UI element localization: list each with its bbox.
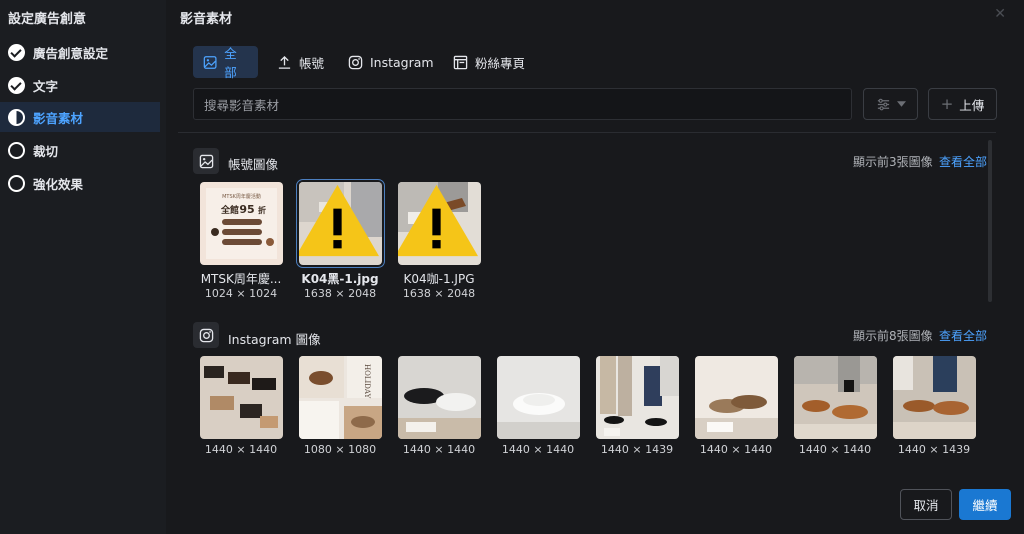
- step-label: 強化效果: [33, 176, 84, 192]
- promo-headline-c: 折: [258, 205, 266, 215]
- section-title-account: 帳號圖像: [228, 157, 279, 172]
- sidebar-title: 設定廣告創意: [8, 12, 87, 27]
- filter-button[interactable]: [863, 88, 918, 120]
- dialog-title: 影音素材: [180, 12, 233, 27]
- empty-circle-icon: [8, 141, 25, 159]
- tab-label: 粉絲專頁: [475, 55, 526, 71]
- check-circle-icon: [8, 76, 25, 94]
- holiday-text: HOLIDAY: [363, 364, 371, 399]
- plus-icon: +: [940, 95, 954, 113]
- media-dialog: 影音素材 ✕ 全部 帳號 Instagram 粉絲專頁 搜尋影音素材 + 上傳 …: [166, 0, 1024, 534]
- sidebar: 設定廣告創意 廣告創意設定 文字 影音素材 裁切 強化效果: [0, 0, 166, 534]
- tab-all[interactable]: 全部: [193, 46, 258, 80]
- cancel-button[interactable]: 取消: [900, 489, 952, 520]
- account-count: 顯示前3張圖像: [853, 155, 933, 169]
- instagram-thumb[interactable]: [398, 356, 481, 439]
- upload-button[interactable]: + 上傳: [928, 88, 997, 120]
- thumb-dims: 1440 × 1440: [402, 443, 476, 456]
- thumb-dims: 1024 × 1024: [204, 287, 278, 300]
- check-circle-icon: [8, 43, 25, 61]
- thumb-dims: 1440 × 1439: [600, 443, 674, 456]
- thumb-dims: 1638 × 2048: [303, 287, 377, 300]
- thumb-dims: 1440 × 1440: [501, 443, 575, 456]
- instagram-thumb[interactable]: [893, 356, 976, 439]
- instagram-thumb[interactable]: HOLIDAY: [299, 356, 382, 439]
- thumb-name: K04黑-1.jpg: [301, 272, 379, 286]
- image-icon: [203, 55, 217, 69]
- step-label: 文字: [33, 78, 59, 94]
- thumb-name: MTSK周年慶...: [200, 272, 282, 286]
- tab-label: 全部: [224, 46, 237, 80]
- upload-icon: [278, 55, 291, 69]
- instagram-thumb[interactable]: [695, 356, 778, 439]
- warning-icon: [398, 184, 478, 257]
- instagram-thumb[interactable]: [200, 356, 283, 439]
- thumb-name: K04咖-1.JPG: [403, 272, 475, 286]
- step-label: 廣告創意設定: [33, 45, 109, 61]
- step-creative-setup[interactable]: 廣告創意設定: [0, 37, 160, 67]
- search-input[interactable]: 搜尋影音素材: [193, 88, 852, 120]
- step-media[interactable]: 影音素材: [0, 102, 160, 132]
- search-placeholder: 搜尋影音素材: [204, 97, 280, 113]
- account-thumb-promo[interactable]: MTSK周年慶活動 全館 95 折: [200, 182, 283, 265]
- tab-fanpage[interactable]: 粉絲專頁: [443, 46, 535, 78]
- instagram-thumb[interactable]: [497, 356, 580, 439]
- instagram-thumb[interactable]: [596, 356, 679, 439]
- account-thumb-k04-black[interactable]: [296, 179, 385, 268]
- step-crop[interactable]: 裁切: [0, 135, 160, 165]
- thumb-dims: 1440 × 1440: [204, 443, 278, 456]
- view-all-account-link[interactable]: 查看全部: [939, 153, 987, 170]
- instagram-icon: [348, 55, 363, 69]
- divider: [178, 132, 996, 133]
- half-circle-icon: [8, 108, 25, 126]
- tab-account[interactable]: 帳號: [267, 46, 334, 78]
- page-icon: [453, 55, 468, 69]
- upload-label: 上傳: [959, 97, 985, 113]
- instagram-icon: [199, 328, 213, 342]
- step-label: 影音素材: [33, 110, 84, 126]
- step-enhance[interactable]: 強化效果: [0, 168, 160, 198]
- empty-circle-icon: [8, 174, 25, 192]
- thumb-dims: 1440 × 1440: [798, 443, 872, 456]
- continue-button[interactable]: 繼續: [959, 489, 1011, 520]
- instagram-images-icon: [193, 322, 219, 348]
- promo-headline-b: 95: [239, 203, 254, 216]
- section-title-instagram: Instagram 圖像: [228, 332, 321, 347]
- thumb-dims: 1638 × 2048: [402, 287, 476, 300]
- close-icon[interactable]: ✕: [994, 6, 1006, 22]
- account-images-icon: [193, 148, 219, 174]
- promo-headline-a: 全館: [220, 204, 239, 216]
- tab-instagram[interactable]: Instagram: [338, 46, 444, 78]
- thumb-dims: 1440 × 1440: [699, 443, 773, 456]
- instagram-thumb[interactable]: [794, 356, 877, 439]
- view-all-instagram-link[interactable]: 查看全部: [939, 327, 987, 344]
- warning-icon: [299, 184, 379, 257]
- image-icon: [199, 154, 213, 168]
- thumb-dims: 1080 × 1080: [303, 443, 377, 456]
- scrollbar[interactable]: [988, 140, 992, 302]
- step-label: 裁切: [33, 143, 59, 159]
- thumb-dims: 1440 × 1439: [897, 443, 971, 456]
- step-text[interactable]: 文字: [0, 70, 160, 100]
- sliders-icon: [877, 98, 889, 110]
- promo-brand: MTSK周年慶活動: [222, 193, 261, 200]
- tab-label: Instagram: [370, 54, 434, 70]
- instagram-count: 顯示前8張圖像: [853, 329, 933, 343]
- chevron-down-icon: [896, 101, 906, 107]
- tab-label: 帳號: [299, 55, 325, 71]
- account-thumb-k04-brown[interactable]: [398, 182, 481, 265]
